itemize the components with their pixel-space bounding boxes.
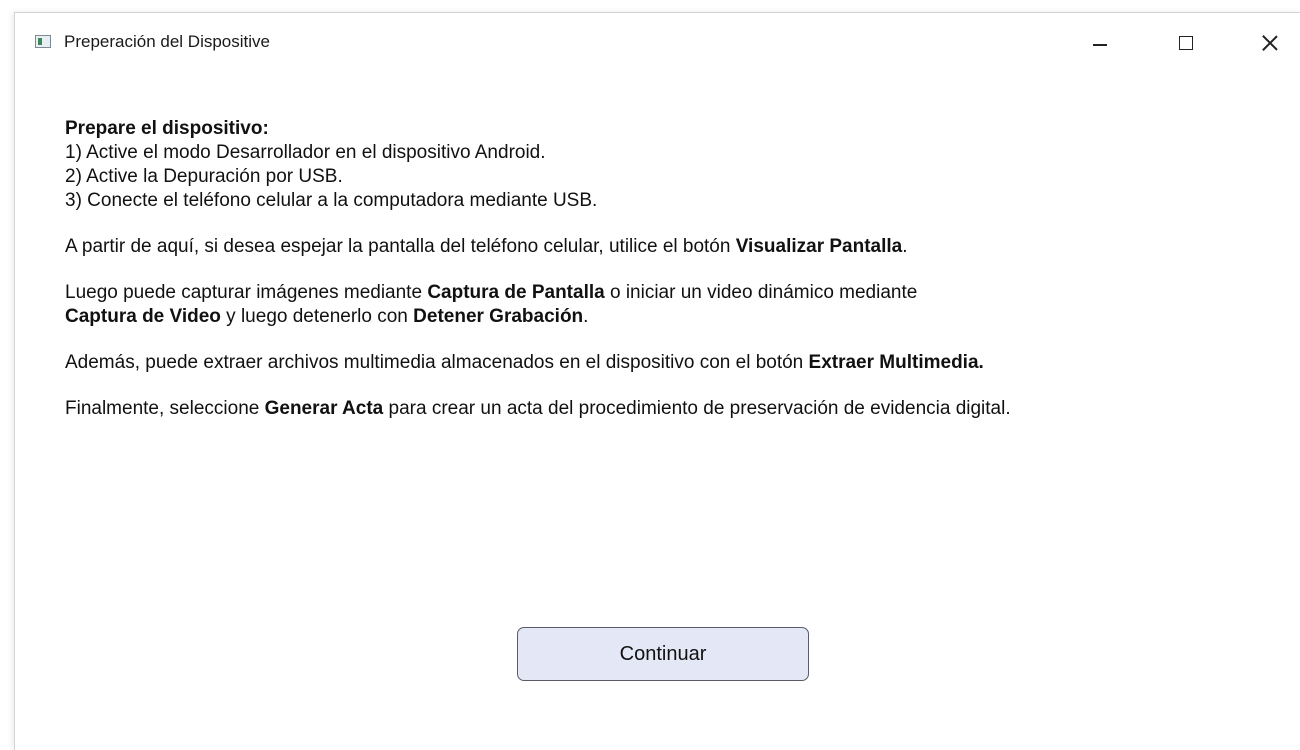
paragraph-generar: Finalmente, seleccione Generar Acta para… <box>65 397 1265 421</box>
extraer-multimedia-label: Extraer Multimedia <box>808 352 979 373</box>
dialog-window: Preperación del Dispositive Prepare el d… <box>14 12 1300 750</box>
app-icon <box>35 35 51 48</box>
paragraph-text: o iniciar un video dinámico mediante <box>604 282 918 303</box>
title-bar[interactable]: Preperación del Dispositive <box>15 13 1300 71</box>
continue-button[interactable]: Continuar <box>517 627 809 681</box>
paragraph-text: Además, puede extraer archivos multimedi… <box>65 352 809 373</box>
paragraph-text: . <box>902 236 908 257</box>
paragraph-text: . <box>978 352 984 373</box>
visualizar-pantalla-label: Visualizar Pantalla <box>735 236 903 257</box>
detener-grabacion-label: Detener Grabación <box>413 306 584 327</box>
instructions-heading: Prepare el dispositivo: <box>65 118 269 139</box>
maximize-button[interactable] <box>1163 23 1209 63</box>
step-2: 2) Active la Depuración por USB. <box>65 166 343 187</box>
window-title: Preperación del Dispositive <box>64 32 270 51</box>
step-1: 1) Active el modo Desarrollador en el di… <box>65 142 546 163</box>
paragraph-text: Luego puede capturar imágenes mediante <box>65 282 428 303</box>
paragraph-text: . <box>583 306 589 327</box>
minimize-button[interactable] <box>1077 23 1123 63</box>
instructions-panel: Prepare el dispositivo: 1) Active el mod… <box>65 117 1265 421</box>
paragraph-visualizar: A partir de aquí, si desea espejar la pa… <box>65 235 1265 259</box>
paragraph-text: para crear un acta del procedimiento de … <box>383 398 1011 419</box>
close-icon <box>1261 34 1279 52</box>
paragraph-captura: Luego puede capturar imágenes mediante C… <box>65 281 1265 329</box>
generar-acta-label: Generar Acta <box>264 398 384 419</box>
paragraph-text: A partir de aquí, si desea espejar la pa… <box>65 236 736 257</box>
captura-video-label: Captura de Video <box>65 306 221 327</box>
close-button[interactable] <box>1247 23 1293 63</box>
maximize-icon <box>1179 36 1193 50</box>
step-3: 3) Conecte el teléfono celular a la comp… <box>65 190 598 211</box>
minimize-icon <box>1093 44 1107 46</box>
captura-pantalla-label: Captura de Pantalla <box>427 282 605 303</box>
paragraph-extraer: Además, puede extraer archivos multimedi… <box>65 351 1265 375</box>
paragraph-text: y luego detenerlo con <box>220 306 414 327</box>
paragraph-text: Finalmente, seleccione <box>65 398 265 419</box>
